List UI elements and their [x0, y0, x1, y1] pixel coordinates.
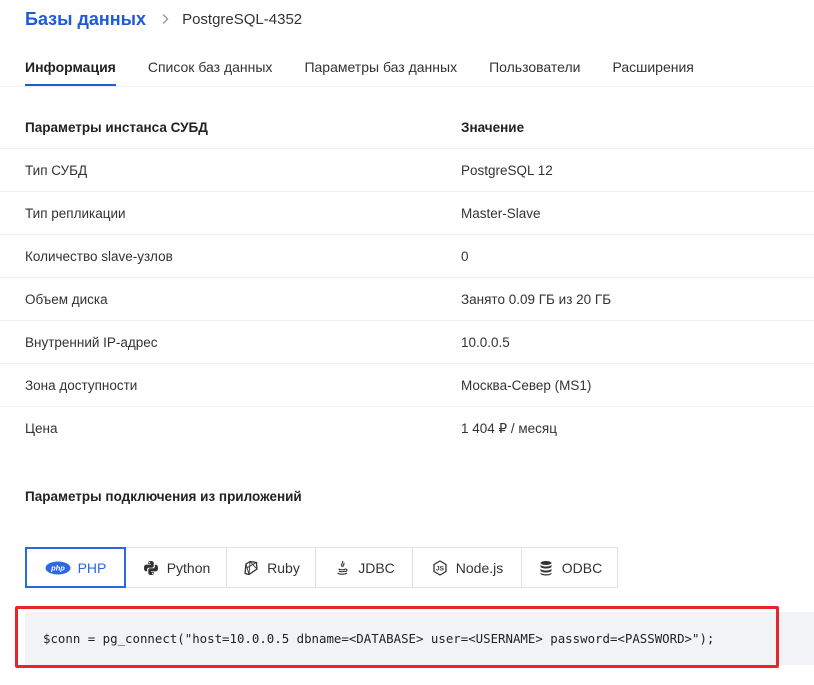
lang-label: ODBC [561, 559, 603, 576]
connection-code[interactable]: $conn = pg_connect("host=10.0.0.5 dbname… [43, 612, 714, 665]
row-value: 0 [461, 248, 469, 264]
connection-code-block: $conn = pg_connect("host=10.0.0.5 dbname… [25, 612, 814, 665]
lang-tab-php[interactable]: php PHP [25, 547, 126, 588]
instance-parameters-table: Параметры инстанса СУБД Значение Тип СУБ… [0, 107, 814, 450]
row-value: Master-Slave [461, 205, 541, 221]
table-row: Зона доступности Москва-Север (MS1) [0, 364, 814, 407]
row-value: Москва-Север (MS1) [461, 377, 592, 393]
lang-label: JDBC [358, 559, 395, 576]
lang-tab-nodejs[interactable]: JS Node.js [413, 547, 522, 588]
row-label: Объем диска [25, 291, 108, 307]
breadcrumb-current: PostgreSQL-4352 [182, 10, 303, 28]
tab-bar: Информация Список баз данных Параметры б… [25, 58, 726, 86]
tab-database-list[interactable]: Список баз данных [148, 58, 273, 86]
ruby-icon [242, 559, 260, 577]
row-label: Количество slave-узлов [25, 248, 173, 264]
lang-label: Ruby [267, 559, 300, 576]
table-row: Количество slave-узлов 0 [0, 235, 814, 278]
row-label: Тип СУБД [25, 162, 88, 178]
java-icon [333, 559, 351, 577]
lang-label: PHP [77, 559, 107, 576]
lang-tab-python[interactable]: Python [126, 547, 227, 588]
lang-tab-ruby[interactable]: Ruby [227, 547, 316, 588]
svg-text:JS: JS [436, 565, 445, 572]
row-value: 1 404 ₽ / месяц [461, 420, 557, 436]
row-label: Внутренний IP-адрес [25, 334, 158, 350]
lang-label: Python [166, 559, 211, 576]
header-parameter: Параметры инстанса СУБД [25, 120, 208, 135]
language-selector: php PHP Python Ruby JDBC JS Node.js ODBC [25, 547, 618, 588]
lang-tab-odbc[interactable]: ODBC [522, 547, 618, 588]
breadcrumb: Базы данных PostgreSQL-4352 [25, 8, 302, 30]
connection-section-title: Параметры подключения из приложений [25, 489, 302, 504]
tabs-divider [0, 86, 814, 87]
header-value: Значение [461, 120, 525, 135]
table-row: Цена 1 404 ₽ / месяц [0, 407, 814, 450]
chevron-right-icon [154, 8, 176, 30]
table-row: Тип репликации Master-Slave [0, 192, 814, 235]
php-icon: php [45, 559, 71, 577]
row-label: Зона доступности [25, 377, 138, 393]
row-value: PostgreSQL 12 [461, 162, 553, 178]
lang-label: Node.js [455, 559, 504, 576]
row-label: Тип репликации [25, 205, 126, 221]
row-value: Занято 0.09 ГБ из 20 ГБ [461, 291, 612, 307]
tab-database-parameters[interactable]: Параметры баз данных [304, 58, 457, 86]
breadcrumb-databases-link[interactable]: Базы данных [25, 9, 146, 30]
lang-tab-jdbc[interactable]: JDBC [316, 547, 413, 588]
nodejs-icon: JS [431, 559, 449, 577]
row-label: Цена [25, 421, 58, 436]
row-value: 10.0.0.5 [461, 334, 510, 350]
python-icon [142, 559, 160, 577]
tab-info[interactable]: Информация [25, 58, 116, 86]
tab-extensions[interactable]: Расширения [612, 58, 693, 86]
table-header: Параметры инстанса СУБД Значение [0, 107, 814, 149]
tab-users[interactable]: Пользователи [489, 58, 580, 86]
table-row: Тип СУБД PostgreSQL 12 [0, 149, 814, 192]
database-icon [537, 559, 555, 577]
php-icon-text: php [50, 563, 65, 572]
table-row: Внутренний IP-адрес 10.0.0.5 [0, 321, 814, 364]
table-row: Объем диска Занято 0.09 ГБ из 20 ГБ [0, 278, 814, 321]
